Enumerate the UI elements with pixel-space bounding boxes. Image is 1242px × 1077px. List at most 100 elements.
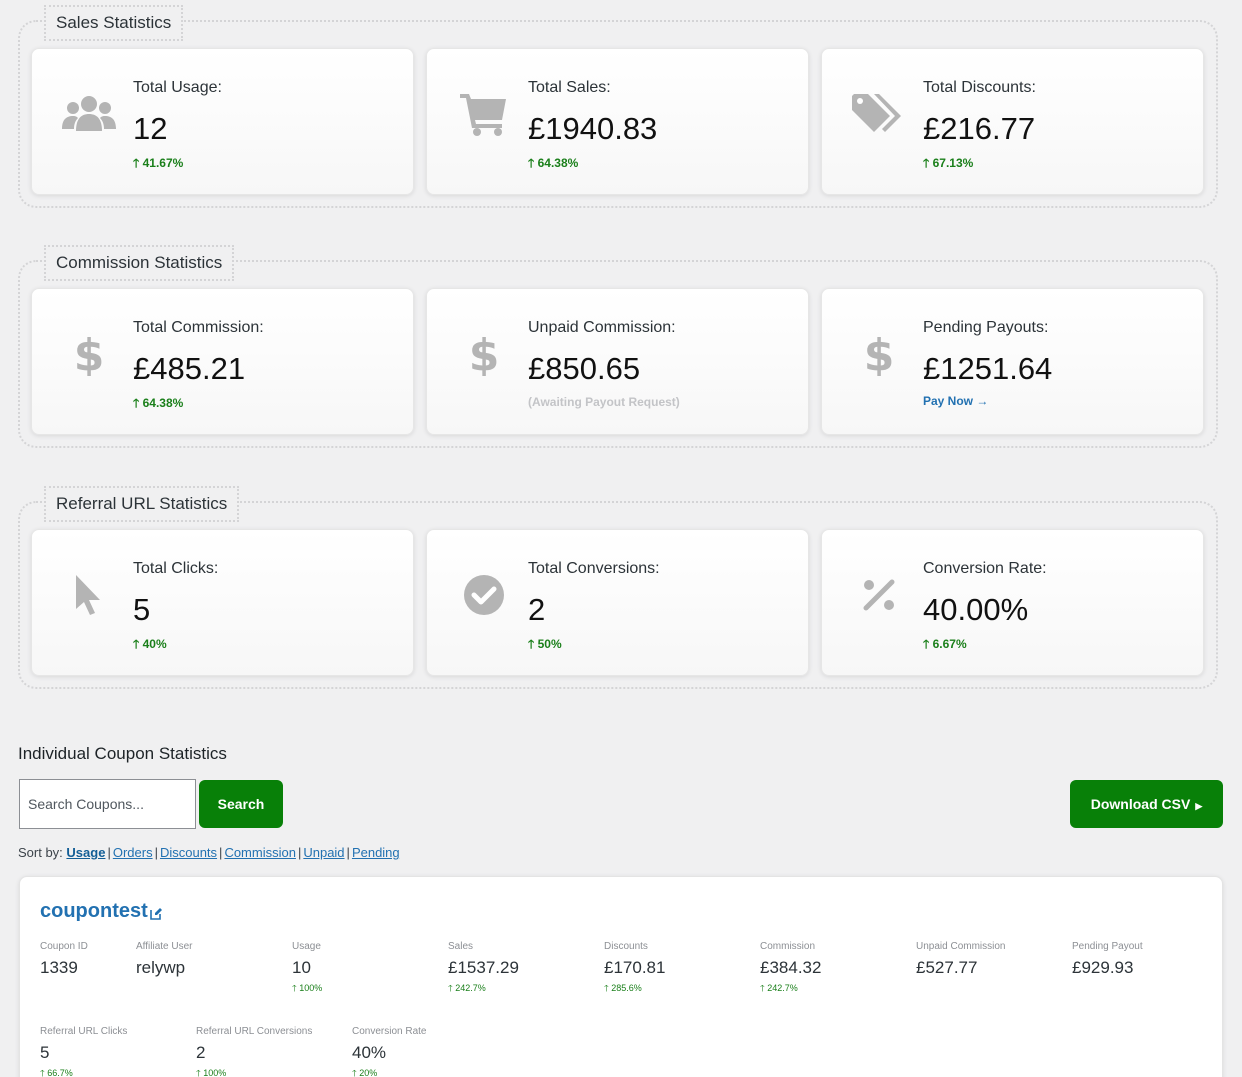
change-value: 6.67% <box>932 637 967 651</box>
change-value: 64.38% <box>142 396 184 410</box>
arrow-right-icon: → <box>976 394 989 408</box>
change-value: 67.13% <box>932 156 974 170</box>
arrow-up-icon: 🡑 <box>923 637 930 651</box>
arrow-up-icon: 🡑 <box>133 396 140 410</box>
sort-commission-link[interactable]: Commission <box>224 845 296 860</box>
arrow-up-icon: 🡑 <box>352 1068 357 1077</box>
stat-change: 🡑 20% <box>352 1066 426 1077</box>
cart-icon <box>455 89 513 139</box>
percent-icon <box>850 570 908 620</box>
arrow-up-icon: 🡑 <box>133 637 140 651</box>
download-csv-button[interactable]: Download CSV ▶ <box>1070 780 1223 828</box>
commission-statistics-group: Commission Statistics $ Total Commission… <box>18 245 1218 448</box>
stat-value: £929.93 <box>1072 958 1134 977</box>
stat-value: 40% <box>352 1043 387 1062</box>
pay-now-link[interactable]: Pay Now → <box>923 394 988 408</box>
stat-change: 🡑 100% <box>292 981 322 997</box>
stat-label: Pending Payout <box>1072 941 1143 952</box>
card-label: Total Usage: <box>133 79 222 96</box>
arrow-up-icon: 🡑 <box>528 637 535 651</box>
arrow-up-icon: 🡑 <box>923 156 930 170</box>
change-value: 100% <box>203 1068 227 1077</box>
stat-value: 10 <box>292 958 311 977</box>
sort-discounts-link[interactable]: Discounts <box>160 845 217 860</box>
card-change: 🡑 67.13% <box>923 154 973 175</box>
coupon-id-stat: Coupon ID 1339 <box>40 941 88 978</box>
stat-label: Usage <box>292 941 321 952</box>
coupon-name-link[interactable]: coupontest <box>40 900 148 923</box>
sort-pending-link[interactable]: Pending <box>352 845 400 860</box>
card-value: £1251.64 <box>923 351 1053 386</box>
card-value: £1940.83 <box>528 111 658 146</box>
referral-url-clicks-stat: Referral URL Clicks 5 🡑 66.7% <box>40 1026 127 1077</box>
separator: | <box>154 845 158 860</box>
total-usage-card: Total Usage: 12 🡑 41.67% <box>31 48 414 195</box>
card-value: 40.00% <box>923 592 1029 627</box>
stat-label: Affiliate User <box>136 941 193 952</box>
card-value: 2 <box>528 592 546 627</box>
card-label: Total Sales: <box>528 79 611 96</box>
separator: | <box>107 845 111 860</box>
sort-by-label: Sort by: <box>18 845 63 860</box>
dollar-icon: $ <box>60 329 118 379</box>
arrow-up-icon: 🡑 <box>133 156 140 170</box>
svg-text:$: $ <box>74 332 104 376</box>
card-label: Total Discounts: <box>923 79 1036 96</box>
unpaid-commission-card: $ Unpaid Commission: £850.65 (Awaiting P… <box>426 288 809 435</box>
sort-orders-link[interactable]: Orders <box>113 845 153 860</box>
change-value: 64.38% <box>537 156 579 170</box>
card-value: £850.65 <box>528 351 641 386</box>
dollar-icon: $ <box>850 329 908 379</box>
sales-statistics-title: Sales Statistics <box>44 5 184 41</box>
stat-label: Sales <box>448 941 474 952</box>
awaiting-payout-note: (Awaiting Payout Request) <box>528 395 680 409</box>
total-sales-card: Total Sales: £1940.83 🡑 64.38% <box>426 48 809 195</box>
change-value: 41.67% <box>142 156 184 170</box>
sort-unpaid-link[interactable]: Unpaid <box>303 845 344 860</box>
card-label: Conversion Rate: <box>923 560 1047 577</box>
total-clicks-card: Total Clicks: 5 🡑 40% <box>31 529 414 676</box>
stat-label: Referral URL Conversions <box>196 1026 313 1037</box>
arrow-up-icon: 🡑 <box>760 983 765 993</box>
conversion-rate-stat: Conversion Rate 40% 🡑 20% <box>352 1026 426 1077</box>
change-value: 242.7% <box>767 983 798 993</box>
commission-statistics-title: Commission Statistics <box>44 245 235 281</box>
stat-label: Referral URL Clicks <box>40 1026 128 1037</box>
edit-icon[interactable] <box>150 907 163 925</box>
dollar-icon: $ <box>455 329 513 379</box>
svg-text:$: $ <box>469 332 499 376</box>
stat-value: 1339 <box>40 958 78 977</box>
total-commission-card: $ Total Commission: £485.21 🡑 64.38% <box>31 288 414 435</box>
individual-coupon-statistics-title: Individual Coupon Statistics <box>18 744 227 763</box>
separator: | <box>346 845 350 860</box>
stat-value: £527.77 <box>916 958 978 977</box>
search-coupons-input[interactable] <box>19 779 196 829</box>
unpaid-commission-stat: Unpaid Commission £527.77 <box>916 941 1005 978</box>
pointer-icon <box>60 570 118 620</box>
arrow-up-icon: 🡑 <box>196 1068 201 1077</box>
card-change: 🡑 40% <box>133 635 167 656</box>
card-change: 🡑 6.67% <box>923 635 967 656</box>
card-change: 🡑 50% <box>528 635 562 656</box>
change-value: 20% <box>359 1068 378 1077</box>
pending-payouts-card: $ Pending Payouts: £1251.64 Pay Now → <box>821 288 1204 435</box>
stat-change: 🡑 242.7% <box>448 981 519 997</box>
card-change: 🡑 41.67% <box>133 154 183 175</box>
card-label: Unpaid Commission: <box>528 319 676 336</box>
change-value: 40% <box>142 637 167 651</box>
card-change: 🡑 64.38% <box>528 154 578 175</box>
usage-stat: Usage 10 🡑 100% <box>292 941 322 997</box>
card-value: £216.77 <box>923 111 1036 146</box>
change-value: 285.6% <box>611 983 642 993</box>
total-conversions-card: Total Conversions: 2 🡑 50% <box>426 529 809 676</box>
change-value: 100% <box>299 983 323 993</box>
card-label: Pending Payouts: <box>923 319 1049 336</box>
arrow-up-icon: 🡑 <box>292 983 297 993</box>
caret-right-icon: ▶ <box>1195 801 1203 811</box>
separator: | <box>297 845 302 860</box>
search-button[interactable]: Search <box>199 780 283 828</box>
stat-value: 5 <box>40 1043 50 1062</box>
sort-usage-link[interactable]: Usage <box>66 845 105 860</box>
card-label: Total Clicks: <box>133 560 219 577</box>
change-value: 50% <box>537 637 562 651</box>
